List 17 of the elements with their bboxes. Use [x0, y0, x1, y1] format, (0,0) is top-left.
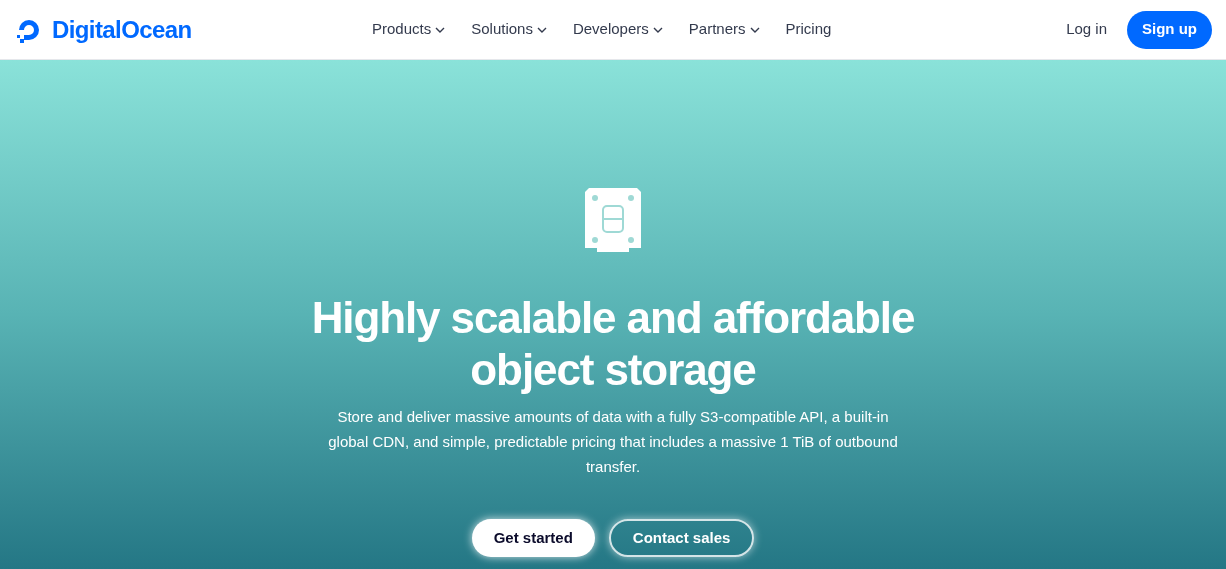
get-started-button[interactable]: Get started	[471, 519, 595, 557]
nav-link[interactable]: Developers	[572, 18, 663, 41]
hero-description: Store and deliver massive amounts of data with a fully S3-compatible API, a built-in global CDN, and simple, predictable pricing that includes a massive 1 TiB of outbound transfer.	[327, 407, 899, 477]
login-link[interactable]: Log in	[1066, 18, 1107, 41]
chevron-down-icon	[435, 26, 446, 33]
chevron-down-icon	[536, 26, 547, 33]
nav-link[interactable]: Solutions	[471, 18, 547, 41]
nav-link[interactable]: Pricing	[785, 18, 832, 41]
chevron-down-icon	[749, 26, 760, 33]
signup-button[interactable]: Sign up	[1127, 10, 1212, 49]
chevron-down-icon	[652, 26, 663, 33]
contact-button[interactable]: Contact sales	[608, 519, 755, 557]
nav-link[interactable]: Partners	[688, 18, 760, 41]
nav-link[interactable]: Products	[372, 18, 446, 41]
brand-name[interactable]: DigitalOcean	[52, 11, 192, 48]
storage-drive-icon	[585, 188, 641, 252]
hero-title: Highly scalable and affordable object storage	[310, 292, 916, 396]
